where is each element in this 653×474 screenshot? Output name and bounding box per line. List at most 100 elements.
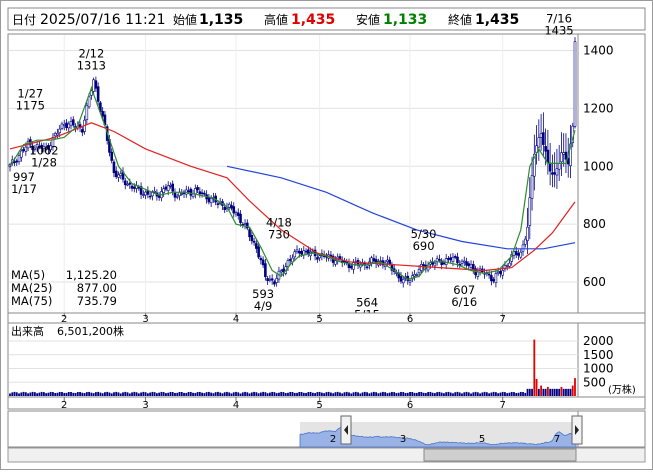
- volume-bar: [470, 393, 472, 396]
- candle-body: [126, 183, 129, 186]
- ma75-value: 735.79: [77, 294, 117, 308]
- volume-bar: [45, 393, 48, 396]
- candle-body: [180, 193, 184, 195]
- candle-body: [295, 249, 299, 252]
- volume-bar: [241, 392, 244, 396]
- volume-bar: [52, 392, 54, 396]
- volume-bar: [533, 339, 536, 396]
- volume-bar: [20, 392, 23, 396]
- candle-body: [19, 150, 23, 158]
- volume-bar: [94, 392, 97, 396]
- candle-body: [286, 260, 290, 267]
- volume-bar: [259, 392, 262, 396]
- price-tick-label: 1400: [583, 43, 614, 57]
- volume-bar: [56, 392, 59, 396]
- volume-bar: [375, 392, 378, 396]
- candle-body: [62, 124, 66, 127]
- volume-bar: [70, 391, 72, 396]
- candle-body: [508, 262, 511, 267]
- volume-bar: [262, 391, 265, 396]
- volume-bar: [97, 391, 100, 396]
- volume-bar: [400, 391, 402, 396]
- volume-bar: [115, 391, 118, 396]
- candle-body: [370, 257, 373, 263]
- candle-body: [230, 205, 233, 209]
- candle-body: [564, 151, 568, 160]
- volume-bar: [287, 392, 289, 396]
- volume-bar: [488, 393, 491, 396]
- volume-bar: [567, 388, 570, 396]
- volume-bar: [192, 392, 194, 396]
- volume-bar: [201, 392, 203, 396]
- navigator-left-handle[interactable]: [340, 415, 352, 445]
- volume-bar: [43, 392, 45, 396]
- volume-bar: [85, 392, 88, 396]
- candle-body: [542, 132, 545, 145]
- volume-bar: [296, 392, 298, 396]
- volume-bar: [223, 392, 226, 396]
- volume-bar: [476, 392, 479, 396]
- candle-body: [490, 275, 493, 282]
- volume-bar: [165, 393, 167, 396]
- candle-body: [175, 195, 179, 198]
- volume-bar: [291, 392, 294, 396]
- volume-bar: [406, 392, 409, 396]
- candle-body: [166, 185, 170, 191]
- volume-bar: [418, 392, 420, 396]
- candle-body: [544, 146, 547, 152]
- volume-bar: [178, 391, 181, 396]
- candle-body: [119, 173, 123, 176]
- candle-body: [487, 273, 491, 276]
- volume-bar: [11, 392, 14, 396]
- volume-bar: [386, 393, 389, 396]
- candle-body: [562, 152, 566, 155]
- volume-bar: [244, 391, 246, 396]
- candle-body: [169, 185, 172, 187]
- candle-body: [388, 259, 391, 265]
- annotation-label: 1/17: [11, 182, 37, 196]
- volume-bar: [13, 391, 16, 396]
- candle-body: [257, 246, 260, 258]
- volume-bar: [345, 391, 348, 396]
- volume-bar: [474, 391, 477, 396]
- volume-bar: [169, 391, 172, 396]
- volume-bar: [560, 386, 563, 396]
- candle-body: [239, 213, 242, 223]
- candle-body: [65, 122, 68, 128]
- volume-bar: [83, 393, 86, 396]
- navigator-tick-label: 5: [479, 434, 485, 445]
- candle-body: [56, 132, 59, 136]
- volume-bar: [519, 391, 522, 396]
- volume-bar: [194, 393, 197, 396]
- candle-body: [451, 257, 455, 262]
- volume-bar: [189, 391, 192, 396]
- volume-bar: [106, 391, 109, 396]
- navigator-right-handle[interactable]: [571, 415, 583, 445]
- candle-body: [270, 278, 274, 281]
- volume-bar: [74, 392, 77, 396]
- candle-body: [17, 155, 21, 163]
- volume-bar: [167, 392, 170, 396]
- volume-bar: [302, 392, 305, 396]
- volume-bar: [275, 393, 278, 396]
- volume-bar: [101, 393, 104, 396]
- candle-body: [85, 104, 89, 120]
- candle-body: [117, 174, 120, 178]
- volume-bar: [311, 392, 314, 396]
- volume-bar: [79, 391, 81, 396]
- volume-bar: [352, 392, 355, 396]
- ma75-label: MA(75): [11, 294, 52, 308]
- candle-body: [505, 265, 509, 267]
- candle-body: [187, 190, 190, 193]
- volume-bar: [92, 393, 95, 396]
- volume-bar: [137, 393, 140, 396]
- volume-bar: [515, 393, 518, 396]
- candle-body: [58, 128, 62, 133]
- volume-bar: [343, 392, 346, 396]
- volume-bar: [117, 392, 120, 396]
- volume-bar: [237, 392, 240, 396]
- volume-bar: [203, 393, 206, 396]
- month-tick-label: 4: [233, 400, 239, 411]
- scrollbar-thumb[interactable]: [423, 448, 577, 462]
- volume-bar: [497, 393, 500, 396]
